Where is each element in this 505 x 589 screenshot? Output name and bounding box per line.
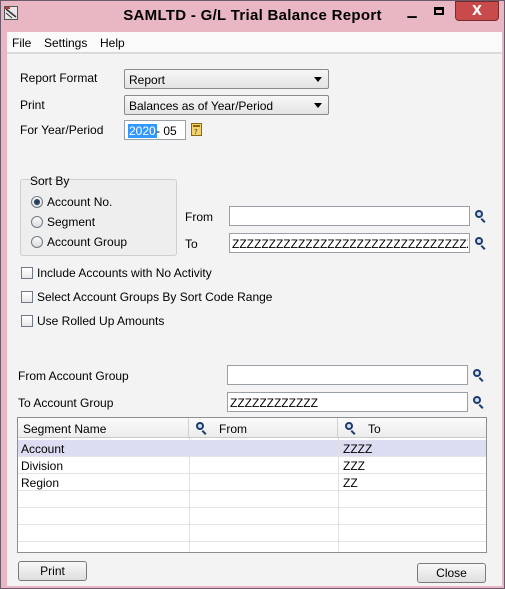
to-cell[interactable]: ZZ	[343, 476, 358, 490]
menu-bar: File Settings Help	[7, 32, 502, 53]
print-button[interactable]: Print	[18, 561, 87, 581]
radio-segment-label[interactable]: Segment	[47, 215, 95, 229]
close-button[interactable]: Close	[417, 563, 486, 583]
radio-account-group[interactable]	[31, 236, 43, 248]
calendar-finder-icon[interactable]: ?	[191, 123, 202, 136]
segment-name-cell: Account	[21, 442, 65, 456]
close-window-button[interactable]: X	[455, 1, 499, 21]
form-body: Report Format Report Print Balances as o…	[7, 53, 502, 586]
chevron-down-icon	[314, 103, 322, 108]
search-icon[interactable]	[474, 210, 487, 223]
use-rolled-up-checkbox[interactable]	[21, 315, 33, 327]
menu-settings[interactable]: Settings	[44, 36, 87, 50]
print-label: Print	[20, 98, 45, 112]
print-value: Balances as of Year/Period	[129, 99, 274, 113]
title-bar[interactable]: SAMLTD - G/L Trial Balance Report ▁ X	[1, 1, 504, 32]
column-header-segment-name[interactable]: Segment Name	[18, 418, 189, 438]
menu-help[interactable]: Help	[100, 36, 125, 50]
column-header-to[interactable]: To	[338, 418, 486, 438]
sort-to-input[interactable]: ZZZZZZZZZZZZZZZZZZZZZZZZZZZZZZZZZZZZZZZZ…	[229, 233, 470, 253]
segment-grid[interactable]: Segment Name From To Account ZZZZ Divisi…	[17, 417, 487, 553]
segment-name-cell: Division	[21, 459, 64, 473]
to-cell[interactable]: ZZZZ	[343, 442, 372, 456]
to-cell[interactable]: ZZZ	[343, 459, 365, 473]
search-icon[interactable]	[195, 422, 208, 435]
radio-segment[interactable]	[31, 216, 43, 228]
menu-file[interactable]: File	[12, 36, 31, 50]
search-icon[interactable]	[474, 237, 487, 250]
year-value: 2020	[128, 124, 157, 138]
table-row[interactable]: Division ZZZ	[18, 457, 486, 474]
report-window: SAMLTD - G/L Trial Balance Report ▁ X Fi…	[0, 0, 505, 589]
minimize-button[interactable]: ▁	[399, 3, 425, 21]
sort-from-input[interactable]	[229, 206, 470, 226]
empty-row[interactable]	[18, 525, 486, 542]
use-rolled-up-label[interactable]: Use Rolled Up Amounts	[37, 314, 164, 328]
sort-to-label: To	[185, 237, 198, 251]
maximize-icon	[434, 7, 444, 15]
chevron-down-icon	[314, 77, 322, 82]
radio-account-no-label[interactable]: Account No.	[47, 195, 112, 209]
report-format-label: Report Format	[20, 71, 98, 85]
segment-name-cell: Region	[21, 476, 60, 490]
maximize-button[interactable]	[426, 3, 452, 21]
year-period-label: For Year/Period	[20, 123, 104, 137]
table-row[interactable]: Region ZZ	[18, 474, 486, 491]
to-account-group-input[interactable]: ZZZZZZZZZZZZ	[227, 392, 468, 412]
report-format-value: Report	[129, 73, 166, 87]
to-account-group-value: ZZZZZZZZZZZZ	[230, 396, 318, 410]
report-format-select[interactable]: Report	[124, 69, 329, 89]
include-no-activity-checkbox[interactable]	[21, 267, 33, 279]
column-divider	[338, 438, 339, 552]
search-icon[interactable]	[472, 396, 485, 409]
from-account-group-label: From Account Group	[18, 369, 129, 383]
include-no-activity-label[interactable]: Include Accounts with No Activity	[37, 266, 212, 280]
select-groups-by-sort-code-label[interactable]: Select Account Groups By Sort Code Range	[37, 290, 272, 304]
select-groups-by-sort-code-checkbox[interactable]	[21, 291, 33, 303]
sort-from-label: From	[185, 210, 213, 224]
period-value: - 05	[156, 124, 177, 138]
column-header-from[interactable]: From	[189, 418, 338, 438]
to-account-group-label: To Account Group	[18, 396, 114, 410]
from-account-group-input[interactable]	[227, 365, 468, 385]
search-icon[interactable]	[344, 422, 357, 435]
radio-account-no[interactable]	[31, 196, 43, 208]
radio-account-group-label[interactable]: Account Group	[47, 235, 127, 249]
empty-row[interactable]	[18, 491, 486, 508]
sort-by-title: Sort By	[30, 174, 70, 188]
print-select[interactable]: Balances as of Year/Period	[124, 95, 329, 115]
search-icon[interactable]	[472, 369, 485, 382]
year-period-field[interactable]: 2020 - 05	[124, 120, 186, 140]
svg-text:?: ?	[194, 128, 198, 136]
table-row[interactable]: Account ZZZZ	[18, 440, 486, 457]
sort-to-value: ZZZZZZZZZZZZZZZZZZZZZZZZZZZZZZZZZZZZZZZZ…	[232, 237, 468, 251]
column-divider	[189, 438, 190, 552]
empty-row[interactable]	[18, 508, 486, 525]
